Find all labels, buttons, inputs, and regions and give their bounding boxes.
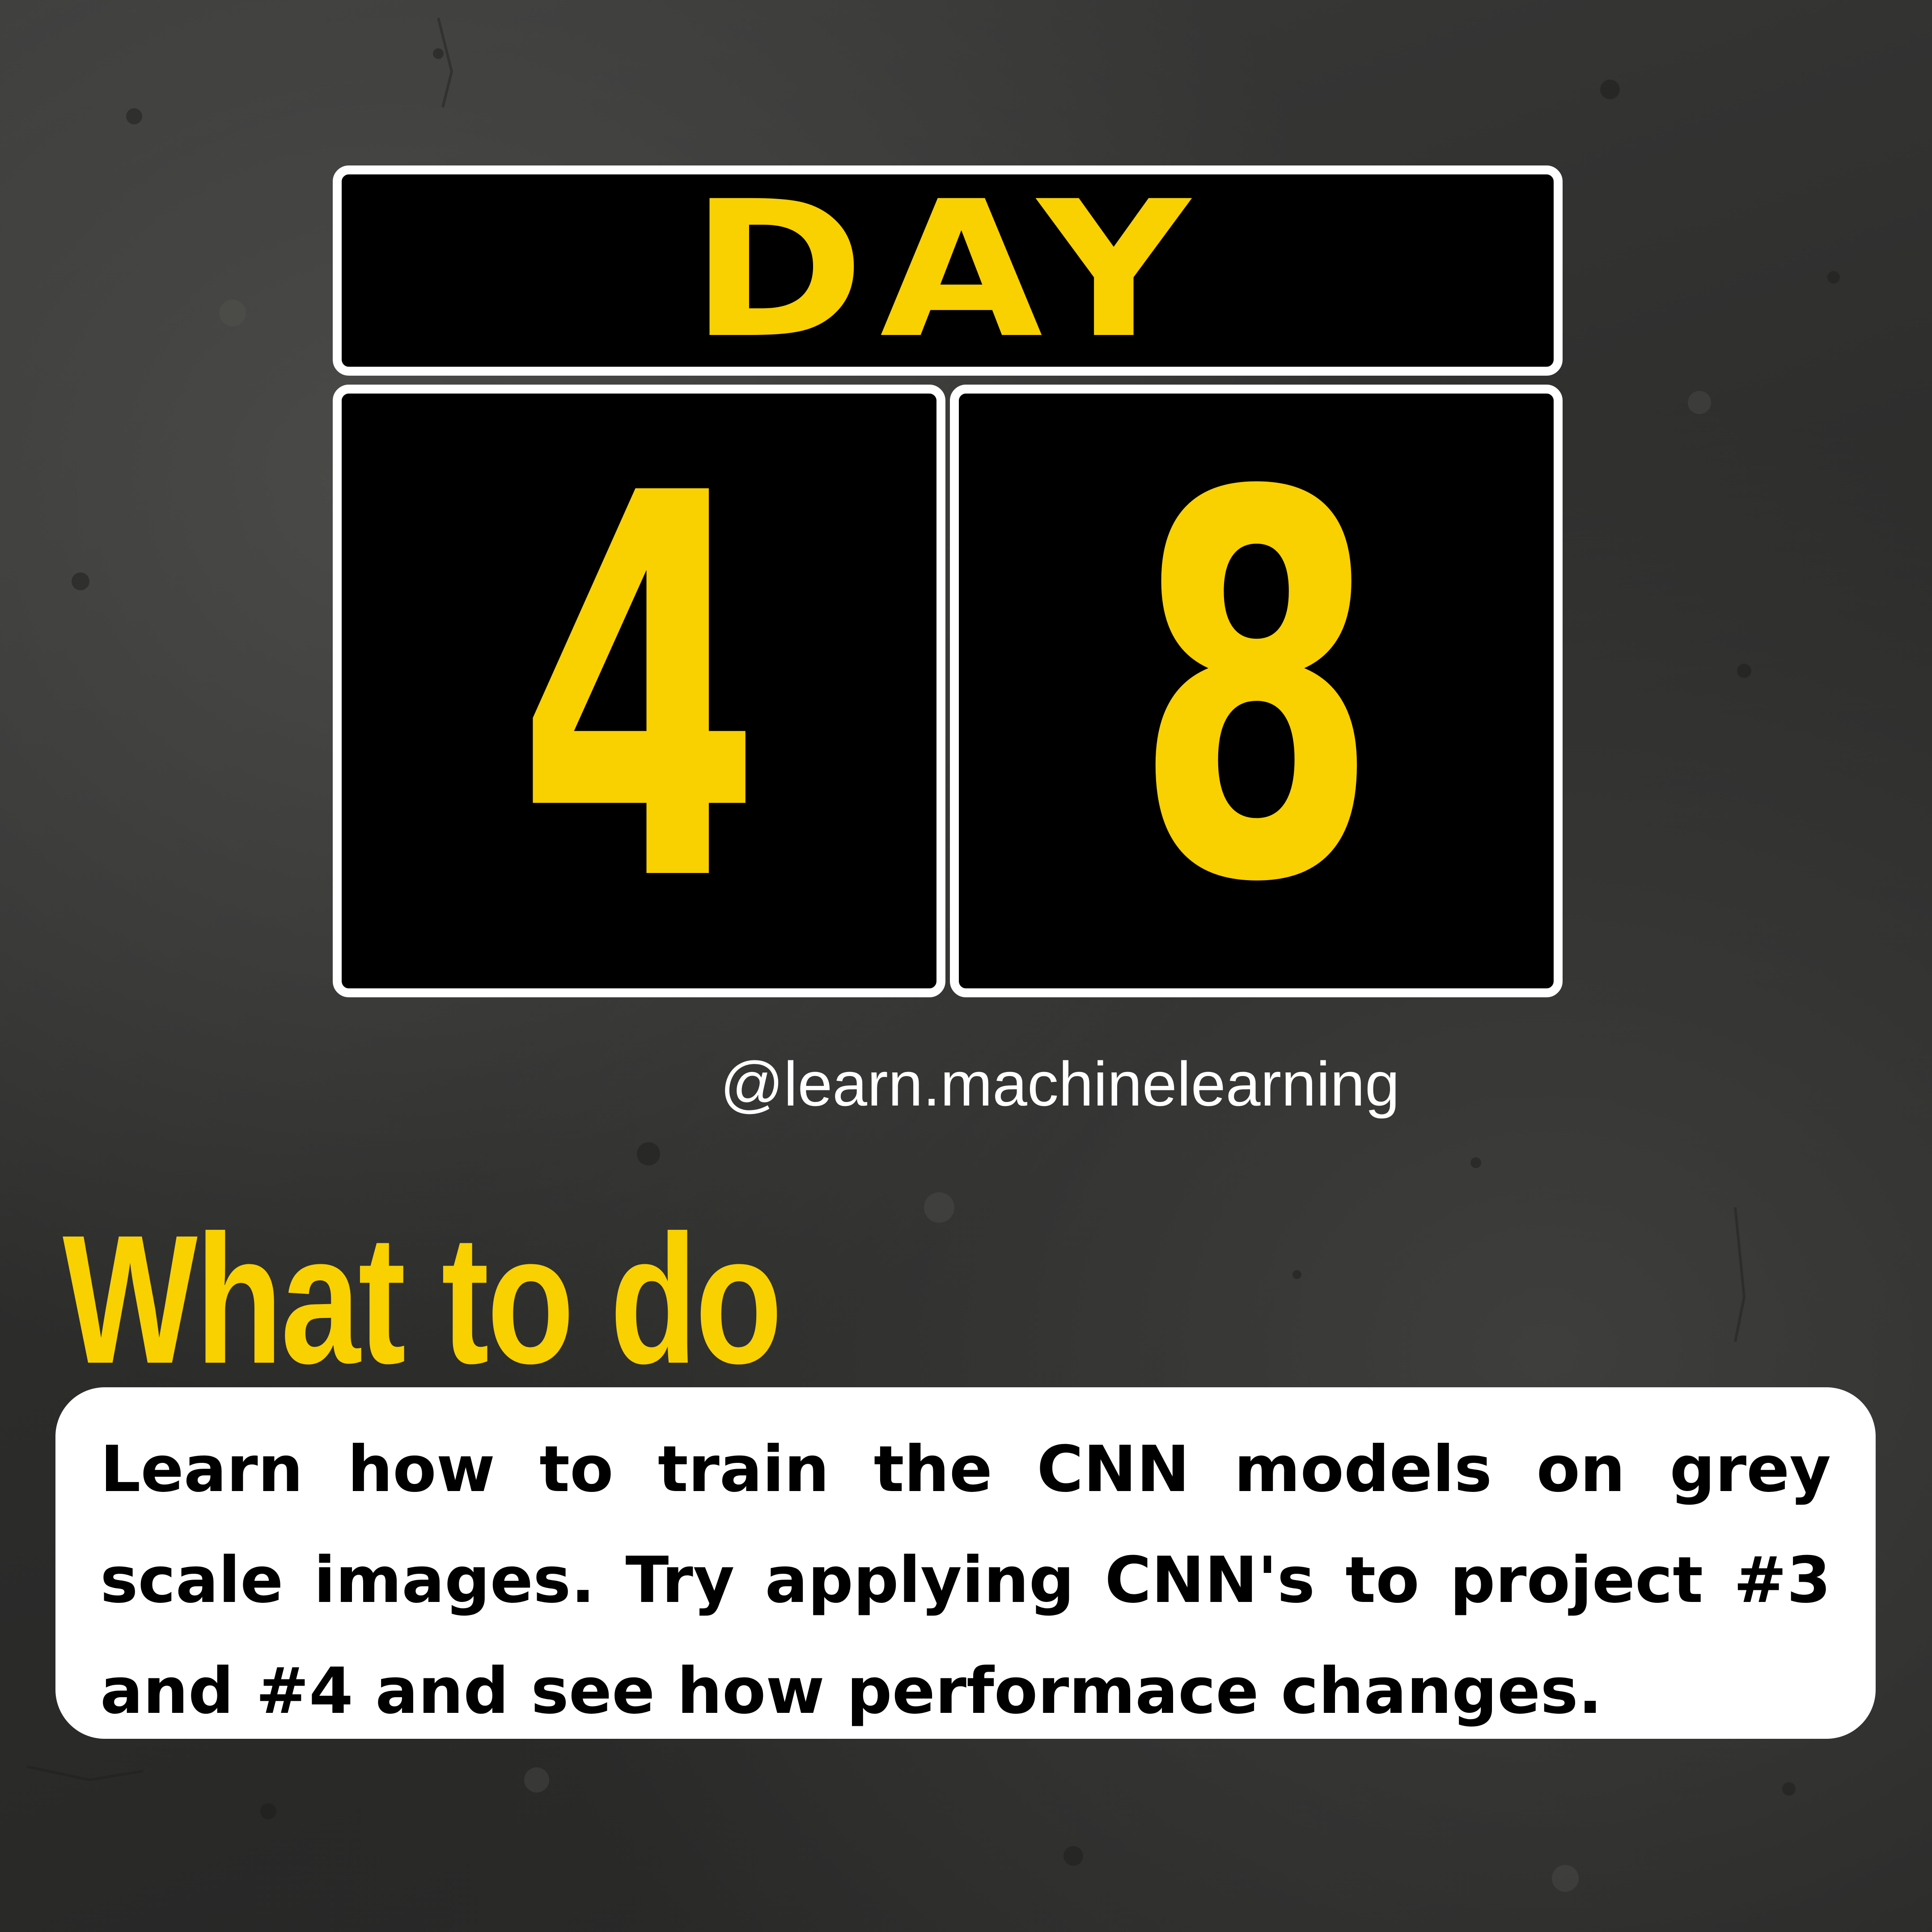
day-digit-ones: 8 [1134, 384, 1379, 998]
day-digit-tile-ones: 8 [950, 385, 1563, 997]
day-label-tile: DAY [333, 165, 1563, 376]
account-handle: @learn.machinelearning [720, 1049, 1400, 1119]
task-card: Learn how to train the CNN models on gre… [55, 1387, 1876, 1739]
day-digit-tile-tens: 4 [333, 385, 945, 997]
section-heading: What to do [63, 1197, 783, 1402]
task-description: Learn how to train the CNN models on gre… [100, 1432, 1831, 1728]
day-digit-tens: 4 [517, 384, 762, 998]
day-label: DAY [690, 161, 1205, 380]
